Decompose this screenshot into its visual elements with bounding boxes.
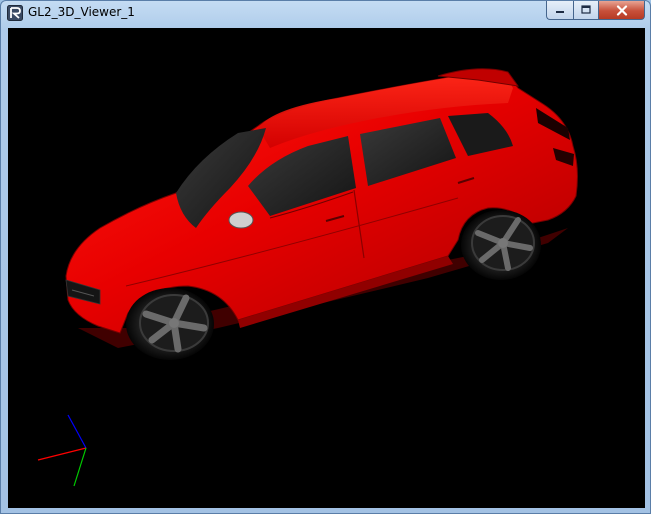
3d-viewport[interactable]: [8, 28, 645, 508]
r-logo-icon[interactable]: [7, 5, 23, 21]
minimize-button[interactable]: [546, 1, 573, 20]
app-window: GL2_3D_Viewer_1: [0, 0, 651, 514]
close-icon: [616, 4, 627, 16]
maximize-icon: [581, 5, 591, 14]
car-model[interactable]: [65, 68, 578, 360]
axis-gizmo: [37, 414, 87, 487]
y-axis: [73, 447, 87, 487]
z-axis: [67, 414, 87, 449]
close-button[interactable]: [599, 1, 645, 20]
title-bar[interactable]: GL2_3D_Viewer_1: [1, 1, 650, 27]
minimize-icon: [556, 11, 564, 13]
window-title: GL2_3D_Viewer_1: [28, 5, 135, 19]
scene: [37, 68, 578, 487]
front-wheel: [126, 288, 214, 360]
caption-buttons: [546, 1, 645, 20]
maximize-button[interactable]: [573, 1, 599, 20]
rear-wheel: [461, 210, 541, 280]
x-axis: [37, 447, 87, 461]
